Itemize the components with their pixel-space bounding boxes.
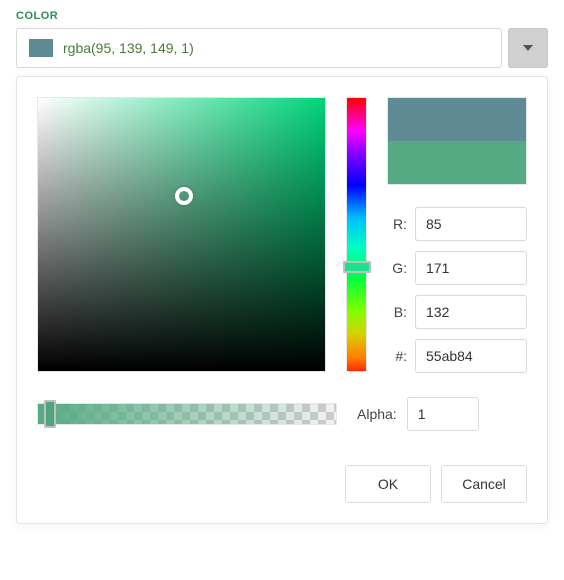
- r-label: R:: [387, 216, 407, 232]
- color-preview: [387, 97, 527, 185]
- hue-slider[interactable]: [346, 97, 367, 372]
- color-value-text: rgba(95, 139, 149, 1): [63, 40, 194, 56]
- hex-label: #:: [387, 348, 407, 364]
- cancel-button[interactable]: Cancel: [441, 465, 527, 503]
- color-picker-panel: R: G: B: #:: [16, 76, 548, 524]
- hue-thumb[interactable]: [343, 261, 371, 273]
- preview-old-color: [388, 98, 526, 141]
- dropdown-button[interactable]: [508, 28, 548, 68]
- section-label: COLOR: [16, 10, 548, 22]
- b-input[interactable]: [415, 295, 527, 329]
- caret-down-icon: [523, 45, 533, 51]
- saturation-value-area[interactable]: [37, 97, 326, 372]
- alpha-thumb[interactable]: [44, 400, 56, 428]
- hex-input[interactable]: [415, 339, 527, 373]
- color-display-input[interactable]: rgba(95, 139, 149, 1): [16, 28, 502, 68]
- current-color-swatch: [29, 39, 53, 57]
- alpha-label: Alpha:: [357, 406, 397, 422]
- g-label: G:: [387, 260, 407, 276]
- alpha-input[interactable]: [407, 397, 479, 431]
- alpha-slider[interactable]: [37, 403, 337, 425]
- preview-new-color: [388, 141, 526, 184]
- sv-cursor: [175, 187, 193, 205]
- b-label: B:: [387, 304, 407, 320]
- ok-button[interactable]: OK: [345, 465, 431, 503]
- r-input[interactable]: [415, 207, 527, 241]
- g-input[interactable]: [415, 251, 527, 285]
